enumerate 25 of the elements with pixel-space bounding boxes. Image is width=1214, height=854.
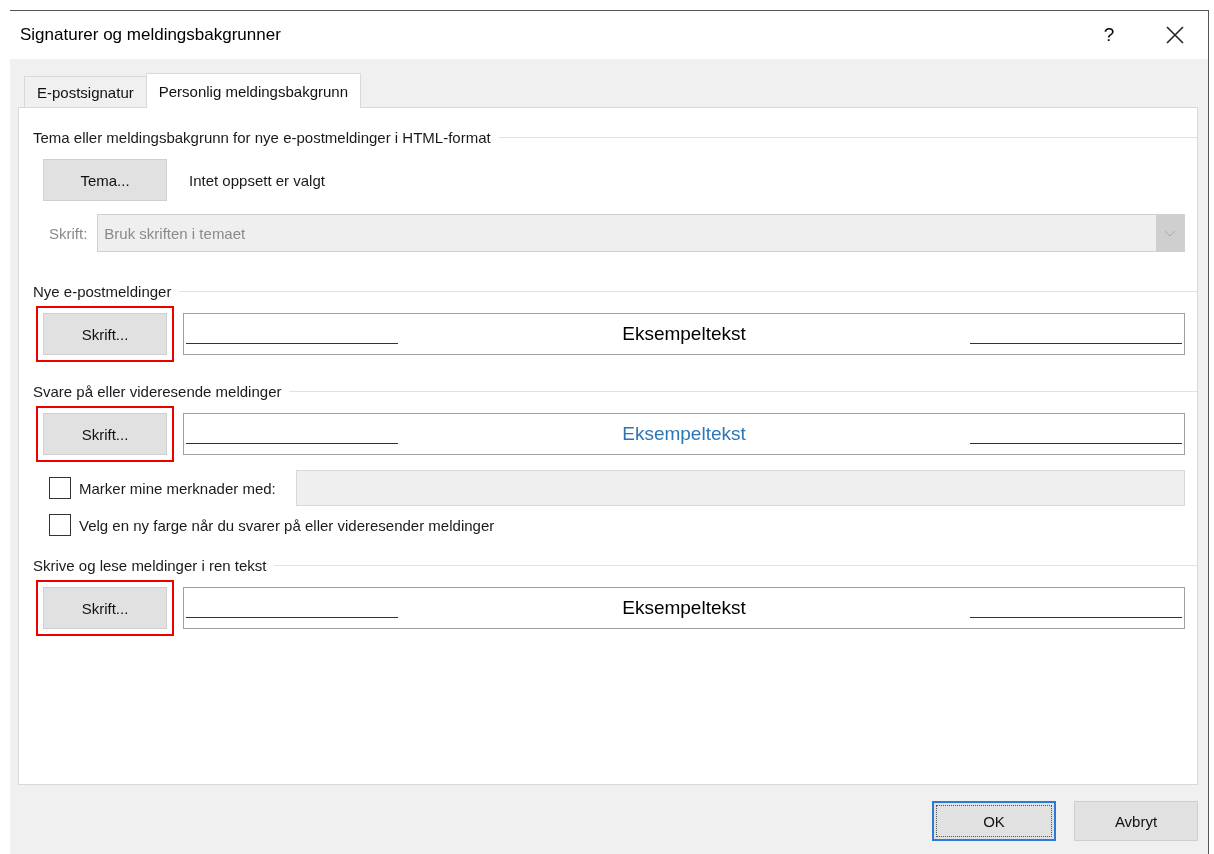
field-label: Skrift: (49, 224, 88, 242)
checkbox[interactable] (49, 514, 71, 536)
help-button[interactable]: ? (1086, 24, 1132, 46)
tab[interactable]: E-postsignatur (24, 76, 147, 107)
sample-text: Eksempeltekst (622, 597, 746, 619)
checkbox[interactable] (49, 477, 71, 499)
section-heading: Nye e-postmeldinger (33, 282, 172, 300)
section-heading: Svare på eller videresende meldinger (33, 382, 282, 400)
status-text: Intet oppsett er valgt (189, 171, 325, 189)
chevron-down-icon (1164, 229, 1176, 237)
font-button[interactable]: Skrift... (43, 587, 167, 629)
font-button[interactable]: Skrift... (43, 313, 167, 355)
section-heading: Tema eller meldingsbakgrunn for nye e-postmeldinger i HTML-format (33, 128, 491, 146)
section-heading: Skrive og lese meldinger i ren tekst (33, 556, 267, 574)
tab[interactable]: Personlig meldingsbakgrunn (145, 73, 361, 108)
dialog-button[interactable]: OK (932, 801, 1056, 841)
font-button[interactable]: Skrift... (43, 413, 167, 455)
sample-text: Eksempeltekst (622, 323, 746, 345)
checkbox-label: Marker mine merknader med: (79, 479, 276, 497)
dialog-button[interactable]: Avbryt (1074, 801, 1198, 841)
sample-text: Eksempeltekst (622, 423, 746, 445)
close-icon (1166, 26, 1184, 44)
input-field[interactable] (295, 470, 1185, 506)
window-title: Signaturer og meldingsbakgrunner (20, 25, 282, 45)
checkbox-label: Velg en ny farge når du svarer på eller videresender meldinger (79, 516, 495, 534)
